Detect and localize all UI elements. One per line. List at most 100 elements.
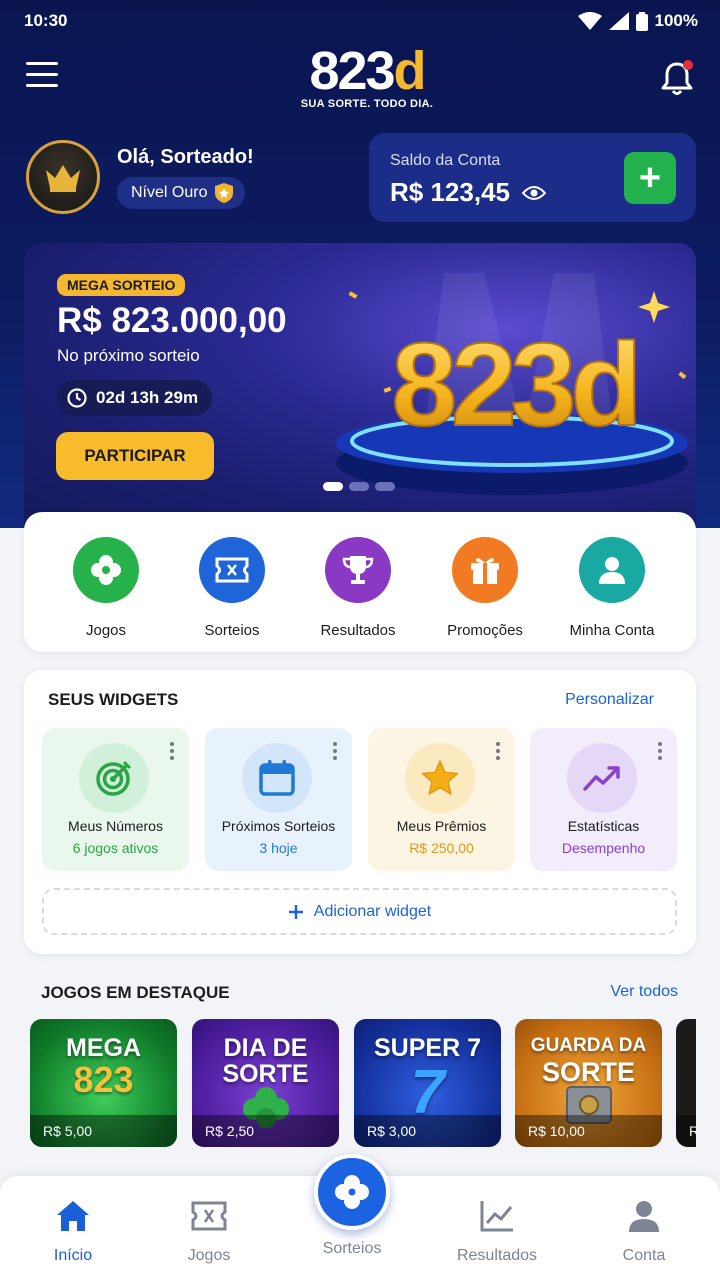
nav-label-sorteios[interactable]: Sorteios: [296, 1240, 408, 1258]
status-bar: 10:30 100%: [0, 0, 720, 42]
battery-level: 100%: [654, 11, 698, 30]
add-widget-label: Adicionar widget: [313, 902, 432, 920]
widget-menu-button[interactable]: [496, 742, 502, 763]
game-price: R: [676, 1115, 696, 1147]
widget-menu-button[interactable]: [333, 742, 339, 763]
home-icon: [57, 1201, 89, 1231]
add-funds-button[interactable]: +: [624, 152, 676, 204]
game-price: R$ 10,00: [515, 1115, 662, 1147]
clover-icon: [91, 555, 121, 585]
banner-art: 823d: [332, 273, 692, 495]
nav-sorteios-fab[interactable]: [314, 1154, 390, 1230]
plus-icon: [288, 904, 303, 919]
quick-action-label: Jogos: [85, 622, 127, 639]
logo-number: 823: [309, 41, 395, 101]
widget-menu-button[interactable]: [658, 742, 664, 763]
nav-label: Resultados: [456, 1247, 538, 1264]
quick-action-jogos[interactable]: Jogos: [46, 537, 166, 639]
quick-action-resultados[interactable]: Resultados: [298, 537, 418, 639]
nav-label: Início: [53, 1247, 93, 1264]
trend-icon: [583, 766, 620, 791]
game-name-line2: SORTE: [541, 1057, 635, 1087]
user-summary: Olá, Sorteado! Nível Ouro: [26, 140, 254, 214]
game-price: R$ 3,00: [354, 1115, 501, 1147]
widget-meus-numeros[interactable]: Meus Números 6 jogos ativos: [42, 728, 189, 871]
nav-jogos[interactable]: Jogos: [154, 1196, 264, 1265]
level-badge[interactable]: Nível Ouro: [117, 176, 246, 209]
carousel-dot[interactable]: [349, 482, 369, 491]
customize-link[interactable]: Personalizar: [565, 691, 654, 709]
game-card-partial[interactable]: R: [676, 1019, 696, 1147]
wifi-icon: [577, 12, 602, 30]
widget-estatisticas[interactable]: Estatísticas Desempenho: [530, 728, 677, 871]
game-price: R$ 2,50: [192, 1115, 339, 1147]
promo-banner[interactable]: 823d MEGA SORTEIO R$ 823.000,00 No próxi…: [24, 243, 696, 528]
featured-title: JOGOS EM DESTAQUE: [41, 983, 230, 1002]
top-bar: 823d SUA SORTE. TODO DIA.: [0, 42, 720, 122]
clover-icon: [335, 1175, 369, 1209]
balance-label: Saldo da Conta: [390, 152, 501, 169]
user-icon: [629, 1201, 659, 1232]
nav-conta[interactable]: Conta: [589, 1196, 699, 1265]
game-card-dia-de-sorte[interactable]: DIA DE SORTE R$ 2,50: [192, 1019, 339, 1147]
quick-action-label: Resultados: [320, 622, 396, 639]
widgets-section: SEUS WIDGETS Personalizar Meus Números 6…: [24, 670, 696, 954]
game-name-line2: 823: [73, 1059, 134, 1100]
nav-label: Conta: [622, 1247, 666, 1264]
crown-icon: [46, 165, 80, 192]
menu-button[interactable]: [26, 62, 58, 92]
participate-button[interactable]: PARTICIPAR: [56, 432, 214, 480]
banner-subtitle: No próximo sorteio: [57, 346, 200, 365]
widget-title: Estatísticas: [567, 818, 640, 834]
widgets-title: SEUS WIDGETS: [48, 690, 179, 709]
logo: 823d SUA SORTE. TODO DIA.: [292, 42, 442, 110]
game-card-mega-823[interactable]: MEGA 823 R$ 5,00: [30, 1019, 177, 1147]
carousel-dot[interactable]: [323, 482, 343, 491]
ticket-icon: [215, 557, 249, 583]
game-name-line1: MEGA: [66, 1034, 141, 1062]
widget-subtitle: R$ 250,00: [409, 840, 474, 856]
nav-inicio[interactable]: Início: [18, 1196, 128, 1265]
clock-icon: [67, 388, 87, 408]
calendar-icon: [259, 760, 295, 796]
widget-subtitle: 3 hoje: [259, 840, 298, 856]
quick-actions: Jogos Sorteios Resultados Promoções Minh…: [24, 512, 696, 652]
add-widget-button[interactable]: Adicionar widget: [42, 888, 677, 935]
app-screen: 10:30 100% 823d SUA SORTE. TODO DIA. Olá…: [0, 0, 720, 1280]
notifications-button[interactable]: [660, 58, 694, 98]
quick-action-minha-conta[interactable]: Minha Conta: [552, 537, 672, 639]
carousel-dot[interactable]: [375, 482, 395, 491]
signal-icon: [608, 12, 629, 30]
quick-action-label: Minha Conta: [569, 622, 655, 639]
gift-icon: [471, 558, 499, 584]
logo-accent: d: [393, 41, 427, 101]
chart-icon: [480, 1201, 513, 1232]
target-icon: [96, 760, 132, 796]
shield-icon: [215, 182, 234, 203]
widget-proximos-sorteios[interactable]: Próximos Sorteios 3 hoje: [205, 728, 352, 871]
see-all-link[interactable]: Ver todos: [610, 983, 678, 1001]
nav-resultados[interactable]: Resultados: [442, 1196, 552, 1265]
nav-label: Jogos: [187, 1247, 231, 1264]
game-card-guarda-da-sorte[interactable]: GUARDA DA SORTE R$ 10,00: [515, 1019, 662, 1147]
star-icon: [421, 760, 459, 795]
battery-icon: [635, 11, 648, 31]
banner-logo-text: 823d: [392, 319, 637, 451]
balance-value: R$ 123,45: [390, 177, 510, 207]
quick-action-label: Promoções: [447, 622, 523, 639]
countdown-value: 02d 13h 29m: [96, 388, 199, 407]
game-card-super-7[interactable]: SUPER 77 R$ 3,00: [354, 1019, 501, 1147]
avatar[interactable]: [26, 140, 100, 214]
widget-meus-premios[interactable]: Meus Prêmios R$ 250,00: [368, 728, 515, 871]
status-time: 10:30: [24, 11, 68, 30]
greeting: Olá, Sorteado!: [117, 145, 254, 168]
eye-icon[interactable]: [521, 185, 546, 201]
quick-action-promocoes[interactable]: Promoções: [425, 537, 545, 639]
game-name-line1: GUARDA DA: [530, 1035, 647, 1056]
quick-action-sorteios[interactable]: Sorteios: [172, 537, 292, 639]
widget-menu-button[interactable]: [170, 742, 176, 763]
widget-subtitle: 6 jogos ativos: [72, 840, 159, 856]
level-label: Nível Ouro: [131, 183, 208, 201]
ticket-icon: [191, 1201, 227, 1231]
trophy-icon: [342, 556, 374, 584]
